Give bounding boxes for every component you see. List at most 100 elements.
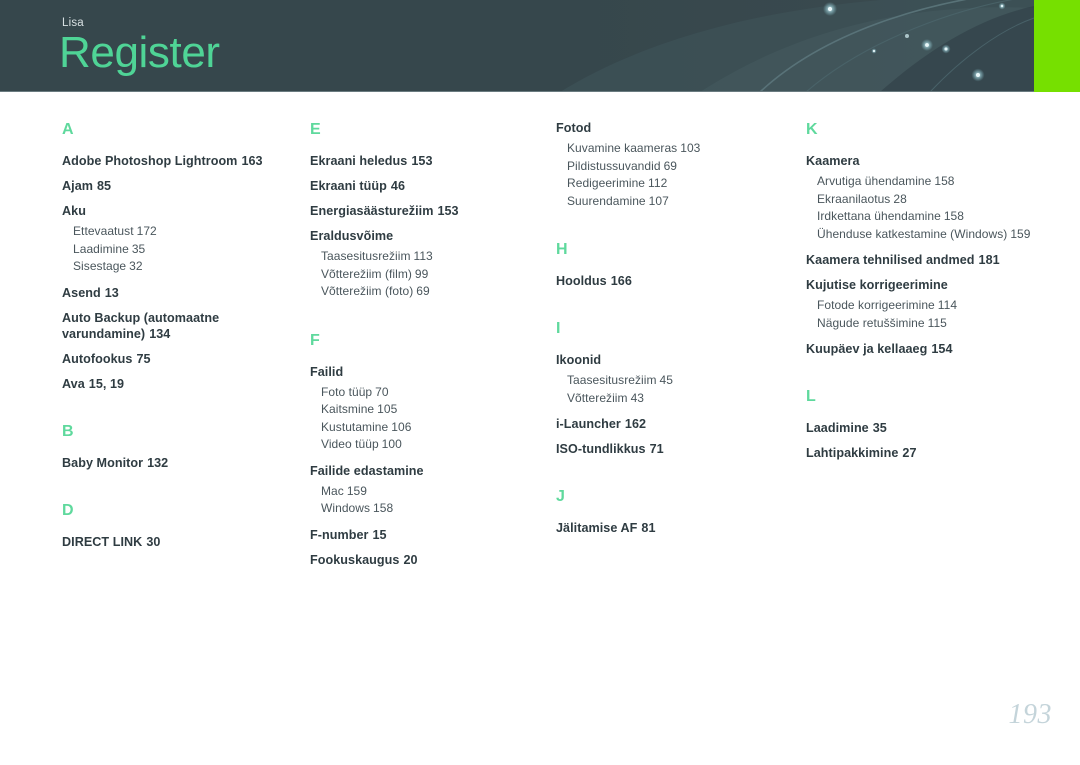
index-entry-page: 132 [147, 455, 169, 470]
index-letter-group: J Jälitamise AF 81 [556, 487, 788, 536]
index-entry[interactable]: Adobe Photoshop Lightroom 163 [62, 153, 298, 169]
index-entry[interactable]: Auto Backup (automaatne varundamine) 134 [62, 310, 298, 342]
index-entry[interactable]: Failide edastamine [310, 463, 542, 479]
index-subentry-page: 112 [648, 176, 668, 190]
index-entry-term: DIRECT LINK [62, 534, 143, 549]
index-entry[interactable]: Kaamera [806, 153, 1046, 169]
index-entry[interactable]: Fookuskaugus 20 [310, 552, 542, 568]
index-subentry-term: Nägude retuššimine [817, 315, 925, 330]
index-subentry-page: 45 [659, 373, 673, 387]
index-entry[interactable]: Failid [310, 364, 542, 380]
index-entry-term: Asend [62, 285, 101, 300]
index-entry-term: Kaamera tehnilised andmed [806, 253, 975, 267]
index-entry-term: Failide edastamine [310, 463, 424, 478]
index-column-1: A Adobe Photoshop Lightroom 163 Ajam 85 Aku Et… [62, 120, 298, 559]
index-entry-term: F-number [310, 527, 369, 542]
index-entry[interactable]: Kaamera tehnilised andmed 181 [806, 252, 1046, 268]
index-subentry[interactable]: Võtterežiim (foto) 69 [321, 283, 542, 301]
index-subentry-term: Redigeerimine [567, 176, 646, 190]
index-entry[interactable]: Hooldus 166 [556, 273, 788, 289]
index-entry[interactable]: Eraldusvõime [310, 228, 542, 244]
index-subentry[interactable]: Sisestage 32 [73, 258, 298, 276]
index-subentry-page: 115 [927, 315, 947, 330]
index-letter-group: L Laadimine 35 Lahtipakkimine 27 [806, 387, 1046, 461]
index-entry[interactable]: Energiasäästurežiim 153 [310, 203, 542, 219]
index-entry[interactable]: Lahtipakkimine 27 [806, 445, 1046, 461]
index-subentry-term: Fotode korrigeerimine [817, 298, 935, 312]
index-subentry-term: Pildistussuvandid [567, 158, 661, 173]
index-entry-page: 166 [610, 274, 632, 288]
index-subentry-term: Ettevaatust [73, 224, 134, 238]
index-entry[interactable]: DIRECT LINK 30 [62, 534, 298, 550]
index-entry-page: 15, 19 [88, 376, 125, 391]
index-entry-term: Adobe Photoshop Lightroom [62, 154, 238, 168]
index-subentry-page: 43 [630, 390, 645, 405]
index-subentry-term: Laadimine [73, 241, 129, 256]
index-entry[interactable]: Fotod [556, 120, 788, 136]
index-entry[interactable]: Jälitamise AF 81 [556, 520, 788, 536]
index-entry[interactable]: F-number 15 [310, 527, 542, 543]
index-subentry[interactable]: Pildistussuvandid 69 [567, 158, 788, 176]
index-subentry[interactable]: Võtterežiim (film) 99 [321, 266, 542, 284]
index-column-3: Fotod Kuvamine kaameras 103 Pildistussuvand… [556, 120, 788, 545]
index-subentry-list: Foto tüüp 70 Kaitsmine 105 Kustutamine 106 Vid… [310, 384, 542, 454]
index-subentry[interactable]: Mac 159 [321, 483, 542, 501]
index-entry[interactable]: Ekraani tüüp 46 [310, 178, 542, 194]
index-subentry-term: Ekraanilaotus [817, 191, 891, 206]
index-subentry[interactable]: Irdkettana ühendamine 158 [817, 208, 1046, 226]
index-subentry[interactable]: Redigeerimine 112 [567, 175, 788, 193]
index-entry[interactable]: Asend 13 [62, 285, 298, 301]
index-subentry[interactable]: Fotode korrigeerimine 114 [817, 297, 1046, 315]
index-subentry-list: Mac 159 Windows 158 [310, 483, 542, 518]
index-entry[interactable]: Kuupäev ja kellaaeg 154 [806, 341, 1046, 357]
index-subentry[interactable]: Windows 158 [321, 500, 542, 518]
index-subentry[interactable]: Nägude retuššimine 115 [817, 315, 1046, 333]
index-subentry[interactable]: Kuvamine kaameras 103 [567, 140, 788, 158]
index-entry[interactable]: Kujutise korrigeerimine [806, 277, 1046, 293]
index-subentry[interactable]: Taasesitusrežiim 113 [321, 248, 542, 266]
index-letter-group: Fotod Kuvamine kaameras 103 Pildistussuvand… [556, 120, 788, 210]
index-entry-term: Ikoonid [556, 353, 602, 367]
index-subentry-list: Taasesitusrežiim 45 Võtterežiim 43 [556, 372, 788, 407]
page-header: Lisa Register [0, 0, 1080, 92]
index-subentry-term: Windows [321, 501, 371, 515]
index-entry-term: Fotod [556, 121, 592, 135]
index-subentry-page: 159 [1010, 226, 1031, 241]
index-entry[interactable]: ISO-tundlikkus 71 [556, 441, 788, 457]
index-subentry[interactable]: Video tüüp 100 [321, 436, 542, 454]
index-entry[interactable]: Autofookus 75 [62, 351, 298, 367]
index-entry[interactable]: Ikoonid [556, 352, 788, 368]
index-subentry[interactable]: Võtterežiim 43 [567, 390, 788, 408]
index-subentry[interactable]: Ettevaatust 172 [73, 223, 298, 241]
index-entry-term: Kuupäev ja kellaaeg [806, 342, 928, 356]
index-entry[interactable]: Baby Monitor 132 [62, 455, 298, 471]
index-entry-term: Ava [62, 376, 85, 391]
index-subentry[interactable]: Arvutiga ühendamine 158 [817, 173, 1046, 191]
index-subentry-term: Kuvamine kaameras [567, 141, 678, 155]
index-subentry-page: 35 [131, 241, 146, 256]
index-subentry[interactable]: Foto tüüp 70 [321, 384, 542, 402]
index-subentry[interactable]: Ühenduse katkestamine (Windows) 159 [817, 226, 1046, 244]
index-entry-term: ISO-tundlikkus [556, 442, 646, 456]
index-entry[interactable]: Aku [62, 203, 298, 219]
index-subentry[interactable]: Kustutamine 106 [321, 419, 542, 437]
index-entry[interactable]: Ava 15, 19 [62, 376, 298, 392]
index-subentry-page: 158 [373, 501, 394, 515]
index-subentry[interactable]: Taasesitusrežiim 45 [567, 372, 788, 390]
index-subentry[interactable]: Suurendamine 107 [567, 193, 788, 211]
index-subentry[interactable]: Laadimine 35 [73, 241, 298, 259]
index-entry[interactable]: Ekraani heledus 153 [310, 153, 542, 169]
index-column-4: K Kaamera Arvutiga ühendamine 158 Ekraanilao… [806, 120, 1046, 470]
header-accent-bar [1034, 0, 1080, 92]
index-subentry-page: 114 [937, 298, 958, 312]
index-entry[interactable]: i-Launcher 162 [556, 416, 788, 432]
index-subentry[interactable]: Ekraanilaotus 28 [817, 191, 1046, 209]
index-entry[interactable]: Laadimine 35 [806, 420, 1046, 436]
index-subentry-term: Arvutiga ühendamine [817, 174, 932, 188]
index-subentry[interactable]: Kaitsmine 105 [321, 401, 542, 419]
index-letter-group: E Ekraani heledus 153 Ekraani tüüp 46 Energia… [310, 120, 542, 301]
index-entry[interactable]: Ajam 85 [62, 178, 298, 194]
index-letter-heading: I [556, 320, 561, 337]
index-entry-term: Kujutise korrigeerimine [806, 278, 948, 292]
index-entry-page: 163 [241, 154, 263, 168]
